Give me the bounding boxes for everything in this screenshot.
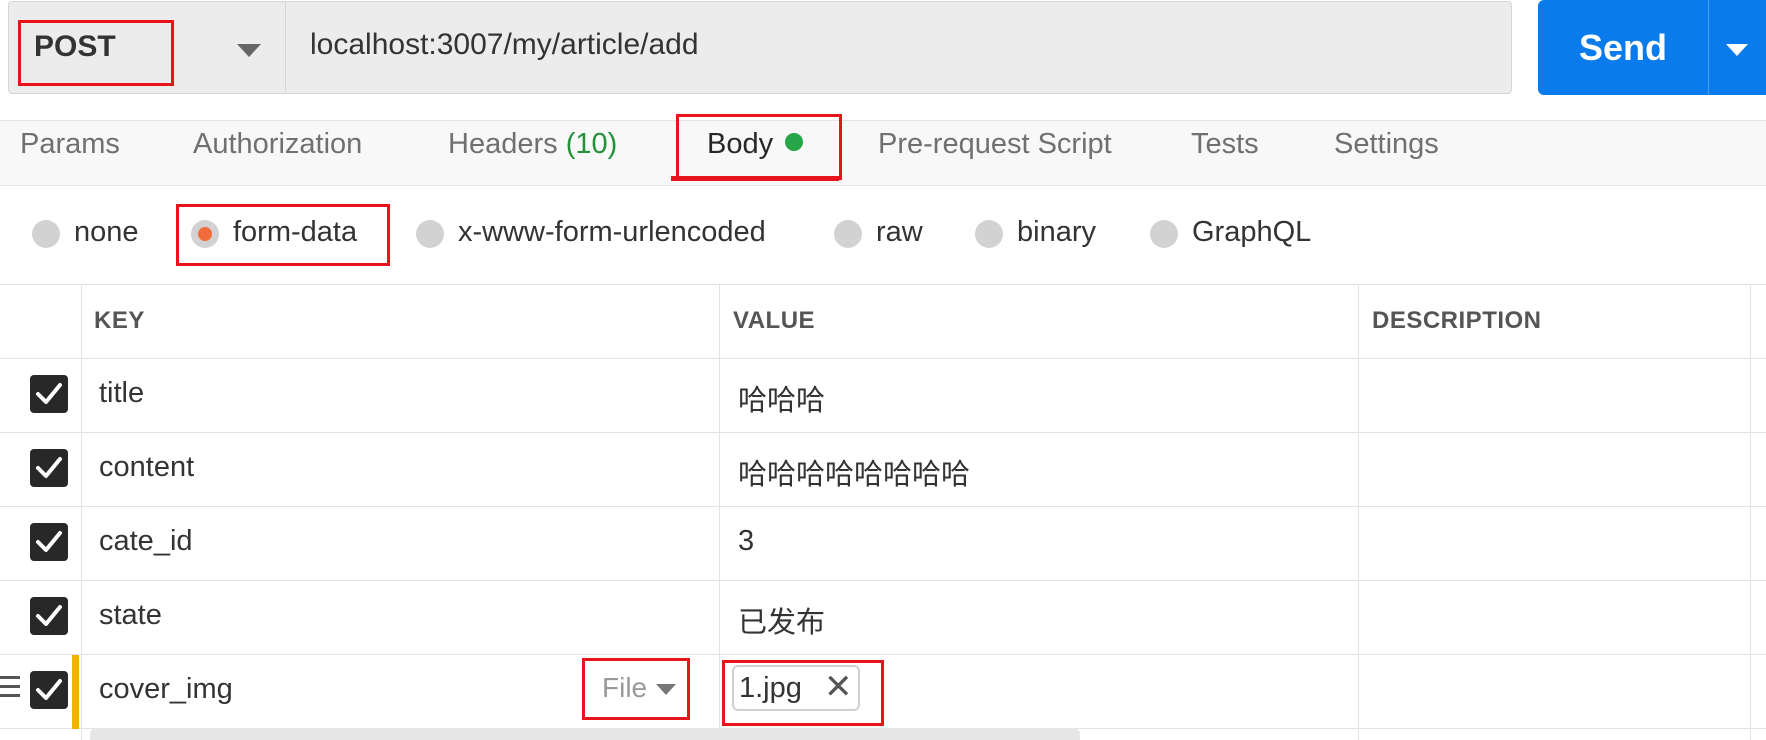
tab-headers[interactable]: Headers (10) (448, 128, 617, 161)
radio-binary[interactable] (975, 220, 1003, 248)
tab-tests[interactable]: Tests (1191, 128, 1259, 161)
radio-raw-label[interactable]: raw (876, 216, 923, 249)
row-enabled-checkbox[interactable] (30, 597, 68, 635)
radio-graphql-label[interactable]: GraphQL (1192, 216, 1311, 249)
tab-settings[interactable]: Settings (1334, 128, 1439, 161)
check-icon (36, 679, 62, 700)
check-icon (36, 457, 62, 478)
radio-form-data[interactable] (191, 220, 219, 248)
radio-none[interactable] (32, 220, 60, 248)
radio-x-www-form-urlencoded-label[interactable]: x-www-form-urlencoded (458, 216, 766, 249)
tab-body-label: Body (707, 128, 774, 160)
row-divider (0, 654, 1766, 655)
url-input[interactable]: localhost:3007/my/article/add (310, 28, 699, 62)
check-icon (36, 383, 62, 404)
column-divider (81, 285, 82, 740)
chevron-down-icon[interactable] (1726, 44, 1748, 56)
row-enabled-checkbox[interactable] (30, 375, 68, 413)
column-header-value: VALUE (733, 307, 816, 334)
radio-form-data-label[interactable]: form-data (233, 216, 357, 249)
key-type-select[interactable]: File (602, 672, 647, 704)
file-name: 1.jpg (739, 672, 802, 704)
tab-params[interactable]: Params (20, 128, 120, 161)
column-header-key: KEY (94, 307, 145, 334)
tab-headers-label: Headers (448, 128, 558, 160)
row-value[interactable]: 哈哈哈哈哈哈哈哈 (738, 451, 970, 493)
check-icon (36, 531, 62, 552)
method-select[interactable]: POST (34, 30, 116, 64)
row-key[interactable]: state (99, 599, 162, 632)
request-bar (8, 1, 1512, 94)
row-divider (0, 432, 1766, 433)
row-key[interactable]: title (99, 377, 144, 410)
close-icon[interactable]: ✕ (824, 667, 853, 707)
active-tab-indicator (671, 176, 839, 181)
tab-pre-request-script[interactable]: Pre-request Script (878, 128, 1112, 161)
horizontal-scrollbar[interactable] (90, 728, 1080, 740)
tab-authorization[interactable]: Authorization (193, 128, 362, 161)
check-icon (36, 605, 62, 626)
row-enabled-checkbox[interactable] (30, 523, 68, 561)
row-divider (0, 506, 1766, 507)
radio-x-www-form-urlencoded[interactable] (416, 220, 444, 248)
tab-body[interactable]: Body (707, 128, 804, 161)
row-value[interactable]: 3 (738, 525, 754, 558)
row-key[interactable]: content (99, 451, 194, 484)
radio-raw[interactable] (834, 220, 862, 248)
chevron-down-icon[interactable] (656, 684, 676, 695)
headers-count-badge: (10) (565, 128, 618, 160)
row-divider (0, 358, 1766, 359)
column-header-description: DESCRIPTION (1372, 307, 1542, 334)
row-value[interactable]: 哈哈哈 (738, 377, 825, 419)
column-divider (1358, 285, 1359, 740)
form-data-table (0, 284, 1766, 740)
chevron-down-icon[interactable] (237, 44, 261, 57)
row-enabled-checkbox[interactable] (30, 671, 68, 709)
divider (285, 2, 286, 93)
send-button[interactable]: Send (1538, 0, 1708, 95)
column-divider (719, 285, 720, 740)
active-row-indicator (72, 655, 79, 729)
row-key[interactable]: cover_img (99, 673, 233, 706)
radio-none-label[interactable]: none (74, 216, 139, 249)
drag-handle-icon[interactable] (0, 676, 22, 703)
column-divider (1750, 285, 1751, 740)
row-divider (0, 580, 1766, 581)
radio-binary-label[interactable]: binary (1017, 216, 1096, 249)
row-enabled-checkbox[interactable] (30, 449, 68, 487)
row-key[interactable]: cate_id (99, 525, 193, 558)
radio-graphql[interactable] (1150, 220, 1178, 248)
row-value[interactable]: 已发布 (738, 599, 825, 641)
status-dot-icon (785, 133, 804, 151)
